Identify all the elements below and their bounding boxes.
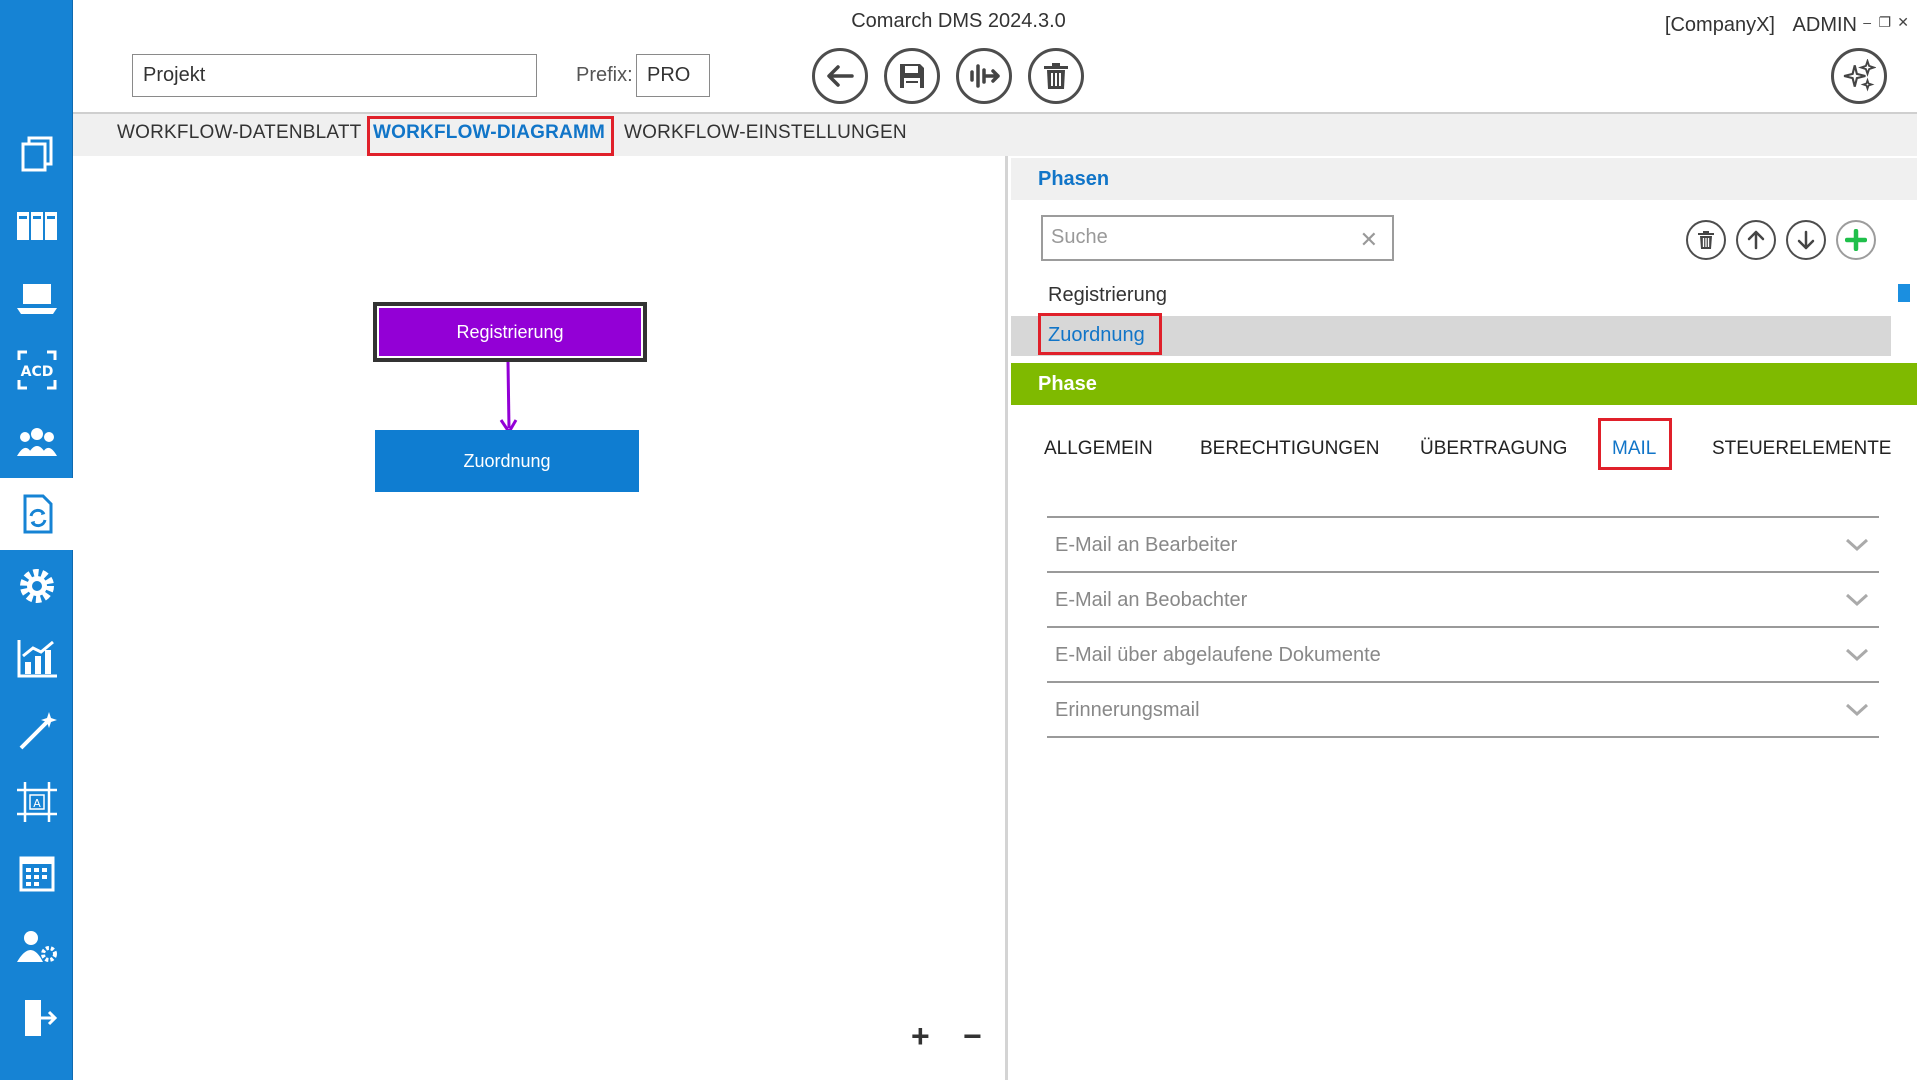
minimize-icon[interactable]: – [1863, 14, 1871, 30]
deploy-button[interactable] [956, 48, 1012, 104]
delete-phase-button[interactable] [1686, 220, 1726, 260]
phase-tab-uebertragung[interactable]: ÜBERTRAGUNG [1420, 438, 1567, 460]
sidebar-item-documents[interactable] [0, 118, 73, 190]
clear-search-icon[interactable]: ✕ [1360, 227, 1378, 253]
plus-icon [1845, 229, 1867, 251]
chevron-down-icon [1845, 703, 1869, 717]
svg-text:A: A [33, 797, 41, 810]
sidebar-item-users[interactable] [0, 406, 73, 478]
arrow-left-icon [827, 65, 854, 87]
laptop-icon [16, 284, 57, 314]
user-name[interactable]: ADMIN [1793, 14, 1857, 36]
phase-details-header: Phase [1011, 363, 1917, 405]
app-title: Comarch DMS 2024.3.0 [851, 10, 1066, 32]
binders-icon [16, 212, 57, 240]
sidebar-item-reports[interactable] [0, 622, 73, 694]
phase-tab-berechtigungen[interactable]: BERECHTIGUNGEN [1200, 438, 1379, 460]
company-name: [CompanyX] [1664, 14, 1775, 36]
move-phase-up-button[interactable] [1736, 220, 1776, 260]
phasen-header: Phasen [1011, 158, 1917, 200]
chart-icon [17, 640, 57, 678]
phase-search-input[interactable] [1043, 217, 1343, 257]
accordion-label: E-Mail über abgelaufene Dokumente [1055, 644, 1381, 666]
zoom-out-button[interactable]: − [963, 1018, 982, 1055]
zoom-in-button[interactable]: + [911, 1018, 930, 1055]
sidebar-item-logout[interactable] [0, 982, 73, 1054]
move-phase-down-button[interactable] [1786, 220, 1826, 260]
delete-button[interactable] [1028, 48, 1084, 104]
waveform-arrow-icon [970, 64, 1000, 88]
trash-icon [1044, 63, 1068, 89]
documents-icon [21, 136, 52, 172]
chevron-down-icon [1845, 538, 1869, 552]
sidebar-item-settings[interactable] [0, 550, 73, 622]
sidebar-item-laptop[interactable] [0, 262, 73, 334]
workflow-document-icon [23, 494, 52, 534]
workflow-diagram-canvas[interactable]: Registrierung Zuordnung + − [73, 156, 1008, 1080]
highlight-box-diagram-tab [367, 116, 614, 156]
sidebar-item-calendar[interactable] [0, 838, 73, 910]
users-icon [16, 428, 57, 456]
trash-icon [1698, 231, 1714, 249]
prefix-input[interactable] [636, 54, 710, 97]
magic-wand-icon [19, 712, 57, 750]
sidebar-item-ocr[interactable]: ACD [0, 334, 73, 406]
svg-text:ACD: ACD [20, 364, 53, 380]
restore-icon[interactable]: ❐ [1878, 14, 1891, 31]
phase-tab-steuerelemente[interactable]: STEUERELEMENTE [1712, 438, 1891, 460]
save-disk-icon [900, 64, 924, 88]
sidebar-item-templates[interactable]: A [0, 766, 73, 838]
chevron-down-icon [1845, 648, 1869, 662]
ai-assistant-button[interactable] [1831, 48, 1887, 104]
arrow-down-icon [1797, 230, 1815, 250]
logout-door-icon [24, 1000, 57, 1036]
phase-tab-allgemein[interactable]: ALLGEMEIN [1044, 438, 1153, 460]
accordion-label: Erinnerungsmail [1055, 699, 1200, 721]
add-phase-button[interactable] [1836, 220, 1876, 260]
user-area: [CompanyX] ADMIN [1653, 14, 1857, 37]
accordion-label: E-Mail an Beobachter [1055, 589, 1248, 611]
phase-search-box: ✕ [1041, 215, 1394, 261]
tab-workflow-einstellungen[interactable]: WORKFLOW-EINSTELLUNGEN [624, 122, 907, 144]
highlight-box-selected-phase [1038, 313, 1162, 355]
prefix-label: Prefix: [576, 64, 633, 86]
arrow-up-icon [1747, 230, 1765, 250]
sparkles-icon [1843, 59, 1876, 92]
tab-workflow-datenblatt[interactable]: WORKFLOW-DATENBLATT [117, 122, 361, 144]
sidebar-item-workflow[interactable] [0, 478, 73, 550]
accordion-erinnerungsmail[interactable]: Erinnerungsmail [1047, 683, 1879, 738]
accordion-email-beobachter[interactable]: E-Mail an Beobachter [1047, 573, 1879, 628]
diagram-connector-arrow[interactable] [493, 362, 523, 434]
highlight-box-mail-tab [1598, 418, 1672, 470]
ocr-acd-icon: ACD [17, 350, 56, 390]
user-gear-icon [16, 931, 57, 962]
save-button[interactable] [884, 48, 940, 104]
phase-list-scrollbar[interactable] [1898, 284, 1910, 302]
phase-list-item-registrierung[interactable]: Registrierung [1011, 276, 1891, 316]
chevron-down-icon [1845, 593, 1869, 607]
sidebar-item-user-settings[interactable] [0, 910, 73, 982]
close-icon[interactable]: ✕ [1897, 14, 1909, 31]
back-button[interactable] [812, 48, 868, 104]
sidebar: ACD A [0, 0, 73, 1080]
mail-settings-list: E-Mail an Bearbeiter E-Mail an Beobachte… [1047, 516, 1879, 738]
template-frame-icon: A [16, 782, 57, 822]
sidebar-item-binders[interactable] [0, 190, 73, 262]
sidebar-item-wizard[interactable] [0, 694, 73, 766]
workflow-tabbar: WORKFLOW-DATENBLATT WORKFLOW-DIAGRAMM WO… [73, 112, 1917, 156]
accordion-email-abgelaufene-dokumente[interactable]: E-Mail über abgelaufene Dokumente [1047, 628, 1879, 683]
accordion-label: E-Mail an Bearbeiter [1055, 534, 1238, 556]
calendar-icon [19, 856, 54, 892]
workflow-name-input[interactable] [132, 54, 537, 97]
gear-icon [19, 569, 54, 603]
accordion-email-bearbeiter[interactable]: E-Mail an Bearbeiter [1047, 518, 1879, 573]
phasen-title: Phasen [1038, 168, 1110, 190]
diagram-node-registrierung[interactable]: Registrierung [373, 302, 647, 362]
diagram-node-zuordnung[interactable]: Zuordnung [375, 430, 639, 492]
phase-details-title: Phase [1038, 373, 1097, 395]
